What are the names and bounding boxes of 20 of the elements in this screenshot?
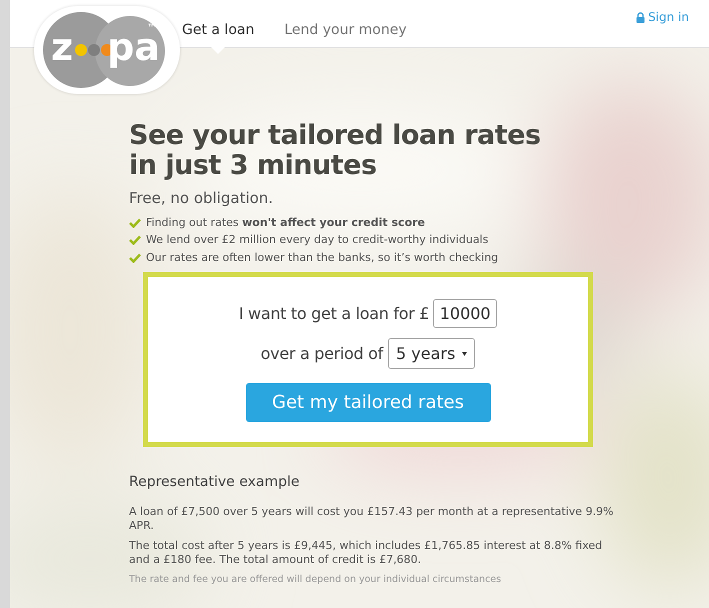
benefit-text: Our rates are often lower than the banks, so it’s worth checking [146,250,498,266]
nav-tab[interactable]: Lend your money [284,20,407,41]
example-paragraph: A loan of £7,500 over 5 years will cost you £157.43 per month at a representative 9.9% APR. [129,505,615,533]
benefit-text: We lend over £2 million every day to credit-worthy individuals [146,232,488,248]
period-label: over a period of [260,342,384,364]
check-icon [129,218,141,228]
page-heading: See your tailored loan rates in just 3 minutes [129,121,542,181]
benefit-text: Finding out rates won't affect your credit score [146,214,426,230]
subheading: Free, no obligation. [129,188,274,209]
disclaimer-text: The rate and fee you are offered will depend on your individual circumstances [129,573,502,587]
period-select[interactable]: 5 years [388,338,476,369]
amount-label: I want to get a loan for £ [238,302,430,324]
dropdown-caret-icon [462,352,468,356]
check-icon [129,235,141,246]
lock-icon [636,12,646,22]
amount-field[interactable]: 10000 [433,299,498,328]
nav-tab[interactable]: Get a loan [182,20,254,41]
check-icon [129,252,141,263]
example-title: Representative example [129,473,300,492]
example-paragraph: The total cost after 5 years is £9,445, which includes £1,765.85 interest at 8.8% fixed and a £180 fee. The total amount of credit is £7,680. [129,539,604,567]
